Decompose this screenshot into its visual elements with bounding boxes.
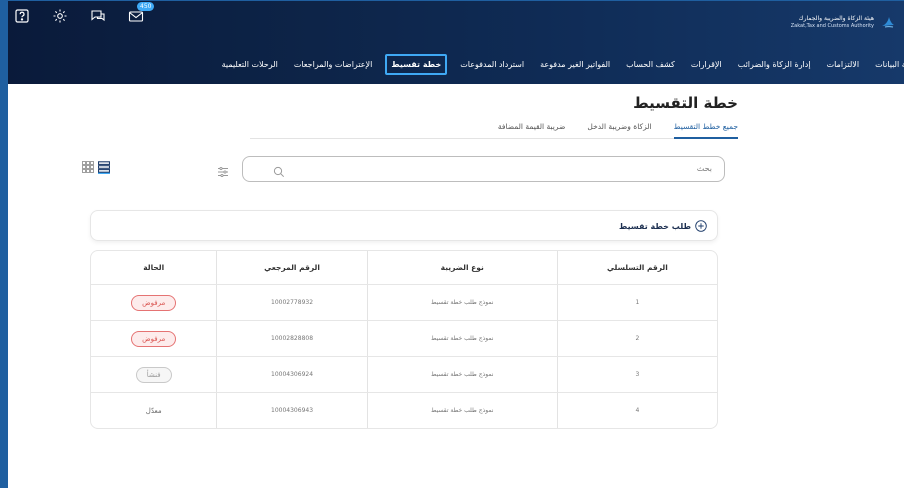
column-header-serial[interactable]: الرقم التسلسلي: [556, 251, 717, 284]
status-text: معدّل: [145, 406, 162, 415]
cell-tax-type: نموذج طلب خطة تقسيط: [366, 393, 557, 428]
cell-status: مرفوض: [91, 285, 216, 320]
brand-name-ar: هيئة الزكاة والضريبة والجمارك: [798, 15, 874, 22]
nav-item-installment-plan[interactable]: خطة تقسيط: [385, 54, 448, 75]
tab-vat[interactable]: ضريبة القيمة المضافة: [498, 120, 566, 138]
cell-tax-type: نموذج طلب خطة تقسيط: [366, 321, 557, 356]
filter-sliders-icon[interactable]: [217, 163, 229, 178]
authority-brand[interactable]: هيئة الزكاة والضريبة والجمارك Zakat,Tax …: [791, 14, 896, 30]
top-header: 450 هيئة الزكاة والضريبة والجمارك Zakat,…: [0, 0, 904, 84]
search-input[interactable]: [410, 163, 714, 174]
cell-reference: 10002828808: [216, 321, 366, 356]
cell-status: مرفوض: [91, 321, 216, 356]
notification-count-badge: 450: [137, 2, 155, 11]
table-row[interactable]: 1 نموذج طلب خطة تقسيط 10002778932 مرفوض: [91, 284, 717, 320]
nav-item-unpaid-invoices[interactable]: الفواتير الغير مدفوعة: [537, 56, 613, 73]
installment-plans-table: الرقم التسلسلي نوع الضريبة الرقم المرجعي…: [90, 250, 718, 429]
cell-serial: 2: [556, 321, 717, 356]
help-icon[interactable]: [14, 8, 30, 24]
table-row[interactable]: 2 نموذج طلب خطة تقسيط 10002828808 مرفوض: [91, 320, 717, 356]
cell-reference: 10004306943: [216, 393, 366, 428]
nav-item-educational-journeys[interactable]: الرحلات التعليمية: [219, 56, 281, 73]
table-row[interactable]: 4 نموذج طلب خطة تقسيط 10004306943 معدّل: [91, 392, 717, 428]
request-plan-card: طلب خطة تقسيط: [90, 210, 718, 241]
nav-item-account-statement[interactable]: كشف الحساب: [623, 56, 678, 73]
grid-view-icon[interactable]: [82, 158, 94, 173]
brand-name-en: Zakat,Tax and Customs Authority: [790, 23, 874, 29]
mail-notifications-icon[interactable]: 450: [128, 2, 155, 24]
cell-serial: 3: [556, 357, 717, 392]
status-badge: فنشأ: [135, 366, 172, 383]
column-header-tax-type[interactable]: نوع الضريبة: [366, 251, 557, 284]
status-badge: مرفوض: [131, 330, 177, 347]
nav-item-data-health[interactable]: حة البيانات: [872, 56, 904, 73]
nav-item-refunds[interactable]: استرداد المدفوعات: [457, 56, 527, 73]
tab-zakat-income-tax[interactable]: الزكاة وضريبة الدخل: [587, 120, 651, 138]
list-view-icon[interactable]: [97, 158, 111, 174]
nav-item-returns[interactable]: الإقرارات: [688, 56, 725, 73]
table-row[interactable]: 3 نموذج طلب خطة تقسيط 10004306924 فنشأ: [91, 356, 717, 392]
search-icon[interactable]: [273, 163, 285, 178]
cell-reference: 10004306924: [216, 357, 366, 392]
plan-tabs: جميع خطط التقسيط الزكاة وضريبة الدخل ضري…: [250, 120, 738, 139]
search-box: [242, 156, 725, 182]
cell-serial: 1: [556, 285, 717, 320]
cell-status: فنشأ: [91, 357, 216, 392]
cell-serial: 4: [556, 393, 717, 428]
nav-item-obligations[interactable]: الالتزامات: [824, 56, 863, 73]
cell-tax-type: نموذج طلب خطة تقسيط: [366, 285, 557, 320]
request-installment-plan-button[interactable]: طلب خطة تقسيط: [619, 220, 707, 232]
settings-gear-icon[interactable]: [52, 8, 68, 24]
tab-all-plans[interactable]: جميع خطط التقسيط: [673, 120, 738, 139]
cell-status: معدّل: [91, 393, 216, 428]
nav-item-zakat-tax-management[interactable]: إدارة الزكاة والضرائب: [735, 56, 814, 73]
chat-icon[interactable]: [90, 8, 106, 24]
page-title: خطة التقسيط: [633, 94, 738, 112]
column-header-status[interactable]: الحالة: [91, 251, 216, 284]
request-plan-label: طلب خطة تقسيط: [619, 221, 691, 231]
cell-reference: 10002778932: [216, 285, 366, 320]
status-badge: مرفوض: [131, 294, 177, 311]
header-utility-icons: 450: [14, 2, 155, 24]
table-header-row: الرقم التسلسلي نوع الضريبة الرقم المرجعي…: [91, 251, 717, 284]
cell-tax-type: نموذج طلب خطة تقسيط: [366, 357, 557, 392]
add-circle-icon: [695, 220, 707, 232]
main-nav: حة البيانات الالتزامات إدارة الزكاة والض…: [219, 54, 904, 75]
nav-item-objections[interactable]: الإعتراضات والمراجعات: [291, 56, 375, 73]
column-header-reference[interactable]: الرقم المرجعي: [216, 251, 366, 284]
view-toggle: [82, 158, 111, 174]
authority-logo-icon: [882, 17, 894, 28]
